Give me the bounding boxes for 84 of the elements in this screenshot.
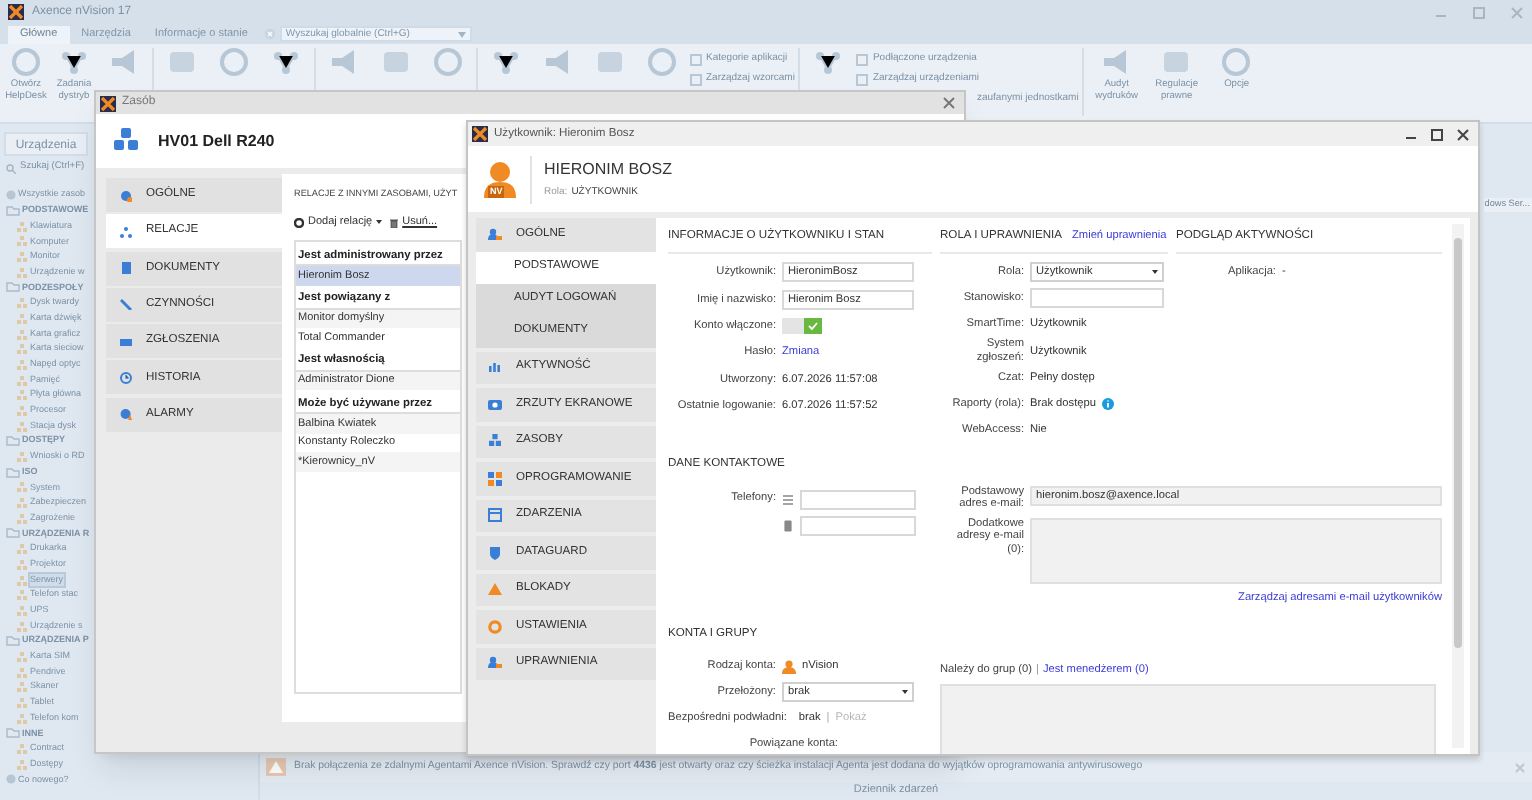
nav-icon bbox=[120, 225, 132, 238]
input-field[interactable] bbox=[800, 515, 916, 536]
folder-icon bbox=[6, 467, 20, 478]
cubes-icon bbox=[16, 698, 28, 709]
cubes-icon bbox=[16, 421, 28, 432]
cubes-icon bbox=[16, 221, 28, 232]
nav-icon bbox=[488, 471, 502, 486]
close-icon[interactable] bbox=[1456, 127, 1470, 141]
cubes-icon bbox=[16, 405, 28, 416]
cubes-icon bbox=[16, 482, 28, 493]
cubes-icon bbox=[16, 667, 28, 678]
maximize-icon[interactable] bbox=[1430, 127, 1444, 141]
cubes-icon bbox=[16, 590, 28, 601]
clear-icon[interactable] bbox=[263, 28, 276, 40]
cubes-icon bbox=[16, 252, 28, 263]
nav-icon bbox=[120, 298, 132, 311]
nav-icon bbox=[488, 397, 502, 412]
input-field[interactable] bbox=[800, 489, 916, 510]
cubes-icon bbox=[112, 128, 140, 154]
ribbon-button-icon[interactable] bbox=[490, 48, 522, 76]
cubes-icon bbox=[16, 605, 28, 616]
cubes-icon bbox=[16, 498, 28, 509]
caret-icon bbox=[376, 220, 383, 225]
folder-icon bbox=[6, 206, 20, 217]
cubes-icon bbox=[16, 559, 28, 570]
cubes-icon bbox=[16, 390, 28, 401]
ribbon-button-icon[interactable] bbox=[270, 48, 302, 76]
cubes-icon bbox=[16, 544, 28, 555]
warning-icon bbox=[266, 758, 286, 776]
cubes-icon bbox=[16, 236, 28, 247]
info-icon[interactable] bbox=[1101, 398, 1114, 411]
cubes-icon bbox=[16, 651, 28, 662]
ribbon-icon[interactable] bbox=[58, 48, 90, 76]
cubes-icon bbox=[16, 513, 28, 524]
caret-icon bbox=[902, 690, 908, 695]
ribbon-button-icon[interactable] bbox=[812, 48, 845, 76]
cubes-icon bbox=[16, 267, 28, 278]
cubes-icon bbox=[16, 359, 28, 370]
cubes-icon bbox=[16, 452, 28, 463]
nav-icon bbox=[488, 434, 502, 449]
caret-icon bbox=[1152, 270, 1158, 275]
dropdown-caret-icon bbox=[457, 31, 466, 37]
toggle-switch[interactable] bbox=[782, 318, 822, 335]
cubes-icon bbox=[16, 329, 28, 340]
cubes-icon bbox=[16, 621, 28, 632]
folder-icon bbox=[6, 282, 20, 293]
cubes-icon bbox=[16, 682, 28, 693]
email-list-box[interactable] bbox=[1030, 517, 1442, 584]
check-icon bbox=[808, 322, 818, 331]
nav-icon bbox=[488, 619, 502, 634]
folder-icon bbox=[6, 636, 20, 647]
cubes-icon bbox=[16, 759, 28, 770]
app-logo-icon bbox=[100, 95, 116, 111]
folder-icon bbox=[6, 528, 20, 539]
scrollbar-thumb[interactable] bbox=[1454, 238, 1462, 648]
trash-icon bbox=[390, 217, 399, 228]
folder-icon bbox=[6, 436, 20, 447]
cubes-icon bbox=[16, 575, 28, 586]
nav-icon bbox=[488, 656, 502, 671]
nav-icon bbox=[488, 508, 502, 523]
search-icon bbox=[6, 163, 16, 173]
app-logo-icon bbox=[8, 4, 24, 20]
cubes-icon bbox=[16, 375, 28, 386]
nav-icon bbox=[488, 545, 502, 560]
cubes-icon bbox=[16, 713, 28, 724]
user-name: HIERONIM BOSZ bbox=[544, 157, 673, 182]
folder-icon bbox=[6, 728, 20, 739]
nav-icon bbox=[488, 227, 502, 242]
nav-icon bbox=[488, 582, 502, 597]
cubes-icon bbox=[16, 344, 28, 355]
input-field[interactable] bbox=[1030, 288, 1164, 309]
nav-icon bbox=[120, 408, 132, 421]
cubes-icon bbox=[16, 744, 28, 755]
nav-icon bbox=[120, 189, 132, 201]
person-icon bbox=[782, 659, 796, 674]
resource-name: HV01 Dell R240 bbox=[158, 129, 275, 153]
nav-icon bbox=[488, 360, 502, 375]
nav-icon bbox=[120, 335, 132, 348]
nav-icon bbox=[120, 262, 132, 275]
cubes-icon bbox=[16, 298, 28, 309]
cubes-icon bbox=[16, 313, 28, 324]
mobile-phone-icon bbox=[782, 519, 794, 532]
app-logo-icon bbox=[472, 126, 488, 142]
nav-icon bbox=[120, 371, 132, 384]
